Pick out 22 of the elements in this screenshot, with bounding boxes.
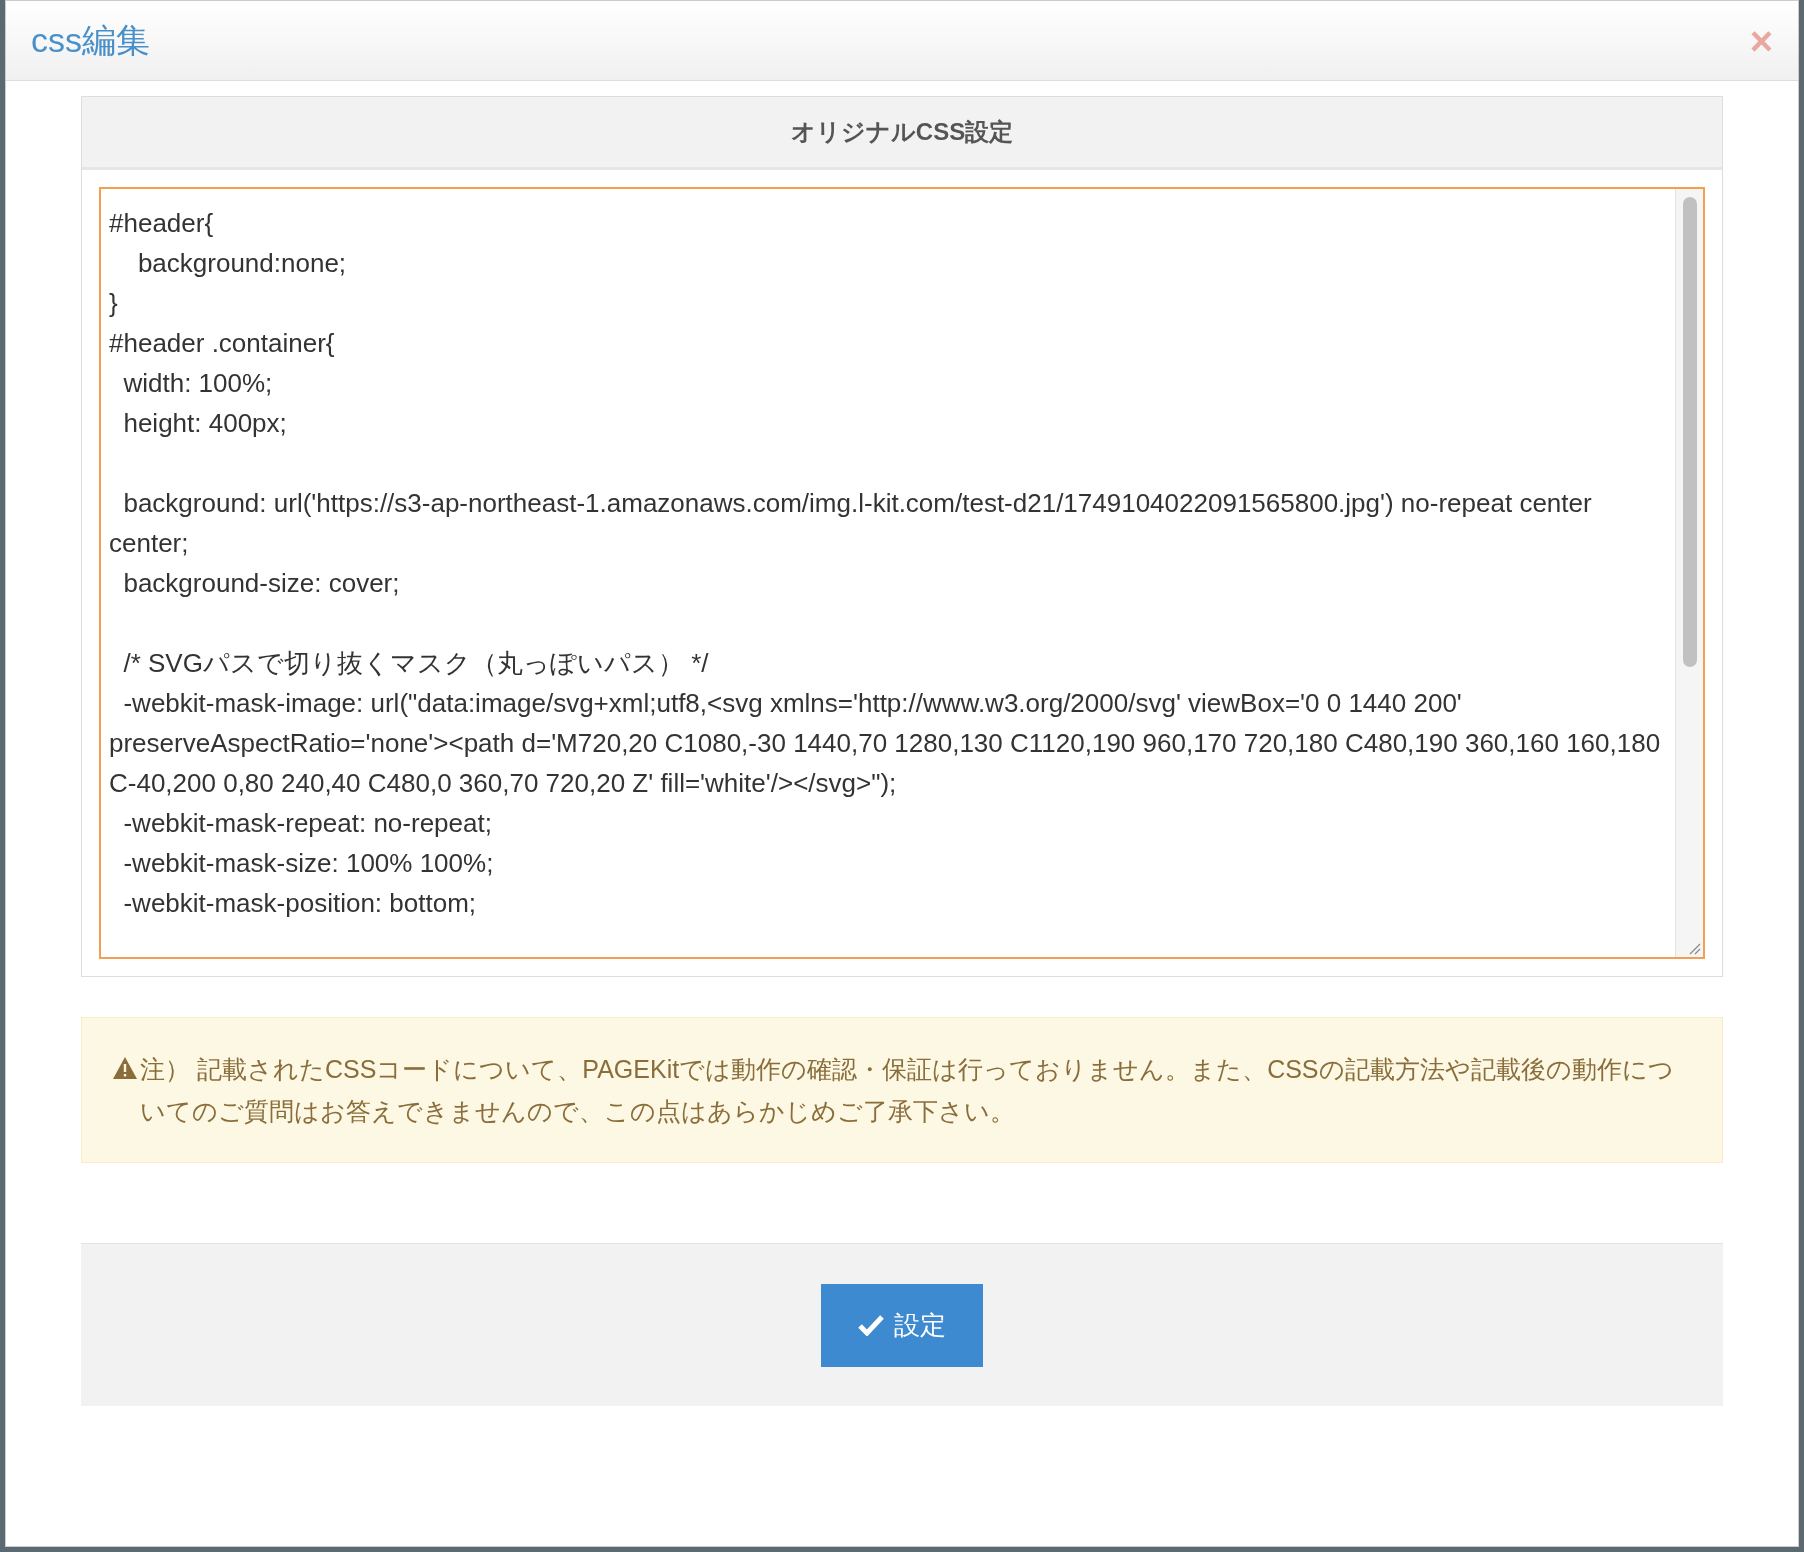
code-line: -webkit-mask-size: 100% 100%; (122, 847, 495, 880)
code-line: background:none; (136, 247, 348, 280)
warning-icon (112, 1056, 138, 1080)
code-line: -webkit-mask-repeat: no-repeat; (122, 807, 493, 840)
code-line: width: 100%; (122, 367, 274, 400)
code-line: #header{ (109, 207, 215, 240)
close-button[interactable]: × (1749, 20, 1773, 61)
code-line: #header .container{ (109, 327, 336, 360)
code-line: } (109, 287, 119, 320)
code-line: height: 400px; (122, 407, 288, 440)
code-line: /* SVGパスで切り抜くマスク（丸っぽいパス） */ (122, 647, 710, 680)
notice-text: 注） 記載されたCSSコードについて、PAGEKitでは動作の確認・保証は行っておりません。また、CSSの記載方法や記載後の動作についてのご質問はお答えできませんので、この点はあらかじめご了承下さい。 (140, 1054, 1675, 1127)
submit-button[interactable]: 設定 (821, 1283, 983, 1367)
panel-title: オリジナルCSS設定 (790, 117, 1014, 147)
code-line: background-size: cover; (122, 567, 401, 600)
window-title: css編集 (31, 20, 150, 61)
resize-handle-icon[interactable] (1687, 941, 1701, 955)
check-icon (858, 1314, 884, 1336)
code-line: -webkit-mask-image: url("data:image/svg+xml;utf8,<svg xmlns='http://www.w3.org/2000/svg' viewBox='0 0 1440 200' preserveAspectRatio='none'><path d='M720,20 C1080,-30 1440,70 1280,130 C1120,190 960,170 720,180 C480,190 360,160 160,180 C-40,200 0,80 240,40 C480,0 360,70 720,20 Z' fill='white'/></svg>"); (109, 687, 1662, 800)
code-line: background: url('https://s3-ap-northeast-1.amazonaws.com/img.l-kit.com/test-d21/1749104022091565800.jpg') no-repeat center center; (109, 487, 1593, 560)
scrollbar-thumb[interactable] (1682, 197, 1697, 667)
code-line: -webkit-mask-position: bottom; (122, 887, 477, 920)
